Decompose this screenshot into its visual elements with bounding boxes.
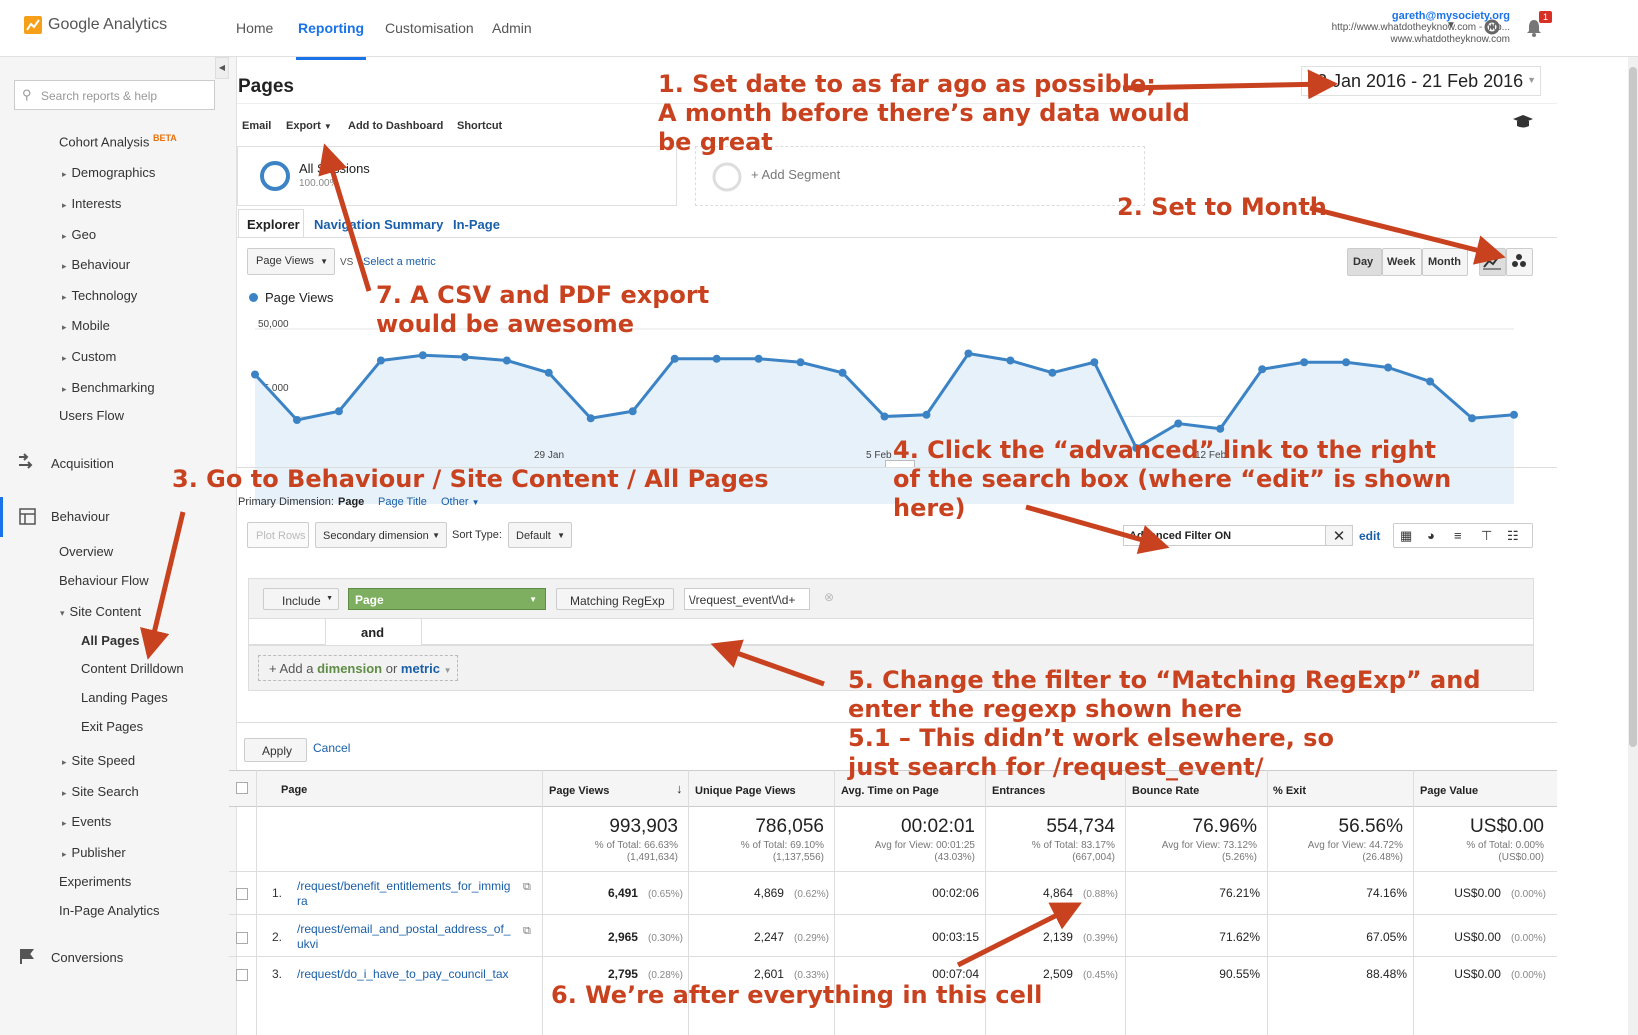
annotation-6: 6. We’re after everything in this cell xyxy=(551,981,1043,1009)
annotation-5: 5. Change the filter to “Matching RegExp… xyxy=(848,666,1481,781)
arrow-to-regex xyxy=(710,639,825,687)
arrow-to-entrances-cell xyxy=(956,902,1082,968)
annotation-2: 2. Set to Month xyxy=(1117,193,1327,221)
annotation-3: 3. Go to Behaviour / Site Content / All … xyxy=(172,465,769,493)
arrow-to-all-pages xyxy=(140,511,186,660)
arrow-to-month xyxy=(1309,205,1506,265)
arrow-to-export xyxy=(318,143,372,292)
annotation-7: 7. A CSV and PDF export would be awesome xyxy=(376,281,710,338)
annotation-4: 4. Click the “advanced” link to the righ… xyxy=(893,436,1452,522)
annotation-1: 1. Set date to as far ago as possible; A … xyxy=(658,70,1190,156)
